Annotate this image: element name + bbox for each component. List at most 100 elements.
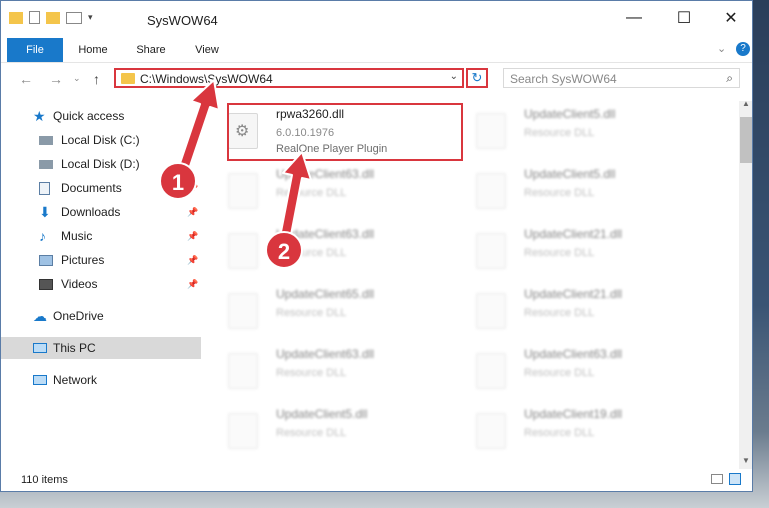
tab-view[interactable]: View — [185, 38, 229, 62]
file-tile[interactable]: UpdateClient5.dll Resource DLL — [208, 401, 438, 457]
search-input[interactable]: Search SysWOW64 ⌕ — [503, 68, 740, 88]
cloud-icon: ☁ — [33, 307, 47, 324]
sidebar-item-music[interactable]: ♪ Music 📌 — [1, 225, 201, 247]
file-type: Resource DLL — [524, 247, 595, 259]
file-type: Resource DLL — [276, 187, 347, 199]
sidebar-item-local-disk-c[interactable]: Local Disk (C:) — [1, 129, 201, 151]
sidebar-item-onedrive[interactable]: ☁ OneDrive — [1, 305, 201, 327]
refresh-button[interactable]: ↻ — [466, 68, 488, 88]
search-icon: ⌕ — [726, 71, 733, 85]
file-tile[interactable]: UpdateClient63.dll Resource DLL — [208, 341, 438, 397]
tiles-view-icon[interactable] — [729, 473, 741, 485]
sidebar-item-label: Network — [53, 373, 98, 387]
sidebar-item-label: Downloads — [61, 205, 121, 219]
sidebar-item-pictures[interactable]: Pictures 📌 — [1, 249, 201, 271]
file-tile[interactable]: UpdateClient21.dll Resource DLL — [456, 281, 686, 337]
drive-icon — [39, 159, 53, 169]
window-title: SysWOW64 — [147, 13, 218, 28]
pin-icon[interactable]: 📌 — [187, 279, 198, 290]
file-tile[interactable]: UpdateClient63.dll Resource DLL — [208, 161, 438, 217]
file-type: Resource DLL — [524, 367, 595, 379]
properties-icon[interactable] — [29, 11, 40, 24]
download-icon: ⬇ — [39, 203, 51, 220]
file-tile[interactable]: UpdateClient5.dll Resource DLL — [456, 161, 686, 217]
pin-icon[interactable]: 📌 — [187, 207, 198, 218]
title-bar: ▾ SysWOW64 — ☐ ✕ — [1, 1, 752, 35]
folder-icon — [9, 11, 23, 24]
file-name: UpdateClient65.dll — [276, 287, 375, 301]
chevron-down-icon[interactable]: ▾ — [88, 12, 93, 23]
sidebar-item-label: Local Disk (D:) — [61, 157, 140, 171]
sidebar-item-label: Videos — [61, 277, 98, 291]
explorer-window: ▾ SysWOW64 — ☐ ✕ File Home Share View ⌄ … — [0, 0, 753, 492]
up-arrow-icon[interactable]: ↑ — [93, 71, 100, 87]
step-2-badge: 2 — [265, 231, 303, 269]
navigation-pane: ★ Quick access Local Disk (C:) Local Dis… — [1, 101, 201, 451]
address-path: C:\Windows\SysWOW64 — [140, 72, 273, 86]
computer-icon — [33, 343, 47, 353]
file-tile[interactable]: UpdateClient63.dll Resource DLL — [208, 221, 438, 277]
file-tile[interactable]: UpdateClient21.dll Resource DLL — [456, 221, 686, 277]
dll-file-icon — [228, 293, 258, 329]
item-count: 110 items — [21, 474, 68, 486]
video-icon — [39, 278, 53, 290]
sidebar-item-label: Documents — [61, 181, 122, 195]
recent-locations-icon[interactable]: ⌄ — [73, 73, 81, 84]
close-button[interactable]: ✕ — [708, 1, 752, 35]
address-bar[interactable]: C:\Windows\SysWOW64 ⌄ — [114, 68, 464, 88]
help-icon[interactable]: ? — [736, 42, 750, 56]
dll-file-icon — [476, 413, 506, 449]
chevron-down-icon[interactable]: ⌄ — [717, 42, 726, 55]
scrollbar-thumb[interactable] — [740, 117, 752, 163]
pin-icon[interactable]: 📌 — [187, 231, 198, 242]
file-tile[interactable]: UpdateClient63.dll Resource DLL — [456, 341, 686, 397]
sidebar-item-this-pc[interactable]: This PC — [1, 337, 201, 359]
sidebar-item-label: This PC — [53, 341, 96, 355]
dll-file-icon — [228, 173, 258, 209]
dll-file-icon — [228, 413, 258, 449]
minimize-button[interactable]: — — [611, 1, 657, 35]
file-type: Resource DLL — [524, 427, 595, 439]
dll-file-icon — [476, 173, 506, 209]
file-type: Resource DLL — [276, 367, 347, 379]
dll-file-icon — [476, 293, 506, 329]
file-tile[interactable]: UpdateClient19.dll Resource DLL — [456, 401, 686, 457]
scroll-down-icon[interactable]: ▼ — [742, 456, 750, 465]
customize-toolbar-icon[interactable] — [66, 11, 82, 24]
file-name: UpdateClient21.dll — [524, 227, 623, 241]
selected-file-highlight — [227, 103, 463, 161]
file-name: UpdateClient63.dll — [524, 347, 623, 361]
drive-icon — [39, 135, 53, 145]
sidebar-item-downloads[interactable]: ⬇ Downloads 📌 — [1, 201, 201, 223]
file-tile[interactable]: UpdateClient65.dll Resource DLL — [208, 281, 438, 337]
file-type: Resource DLL — [276, 307, 347, 319]
chevron-down-icon[interactable]: ⌄ — [450, 71, 458, 82]
file-name: UpdateClient63.dll — [276, 167, 375, 181]
file-name: UpdateClient5.dll — [524, 107, 616, 121]
tab-file[interactable]: File — [7, 38, 63, 62]
file-name: UpdateClient5.dll — [524, 167, 616, 181]
pin-icon[interactable]: 📌 — [187, 255, 198, 266]
dll-file-icon — [228, 353, 258, 389]
file-tile[interactable]: UpdateClient5.dll Resource DLL — [456, 101, 686, 157]
file-name: UpdateClient63.dll — [276, 347, 375, 361]
file-type: Resource DLL — [524, 307, 595, 319]
new-folder-icon[interactable] — [46, 11, 60, 24]
scroll-up-icon[interactable]: ▲ — [742, 99, 750, 108]
sidebar-item-label: Pictures — [61, 253, 105, 267]
sidebar-item-label: OneDrive — [53, 309, 104, 323]
forward-arrow-icon[interactable]: → — [49, 71, 63, 87]
tab-home[interactable]: Home — [71, 38, 115, 62]
sidebar-item-label: Local Disk (C:) — [61, 133, 140, 147]
details-view-icon[interactable] — [711, 474, 723, 484]
tab-share[interactable]: Share — [129, 38, 173, 62]
sidebar-item-network[interactable]: Network — [1, 369, 201, 391]
maximize-button[interactable]: ☐ — [661, 1, 707, 35]
sidebar-item-videos[interactable]: Videos 📌 — [1, 273, 201, 295]
back-arrow-icon[interactable]: ← — [19, 71, 33, 87]
ribbon: File Home Share View ⌄ ? — [1, 38, 752, 63]
picture-icon — [39, 254, 53, 266]
sidebar-item-quick-access[interactable]: ★ Quick access — [1, 105, 201, 127]
file-name: UpdateClient19.dll — [524, 407, 623, 421]
sidebar-item-label: Music — [61, 229, 93, 243]
